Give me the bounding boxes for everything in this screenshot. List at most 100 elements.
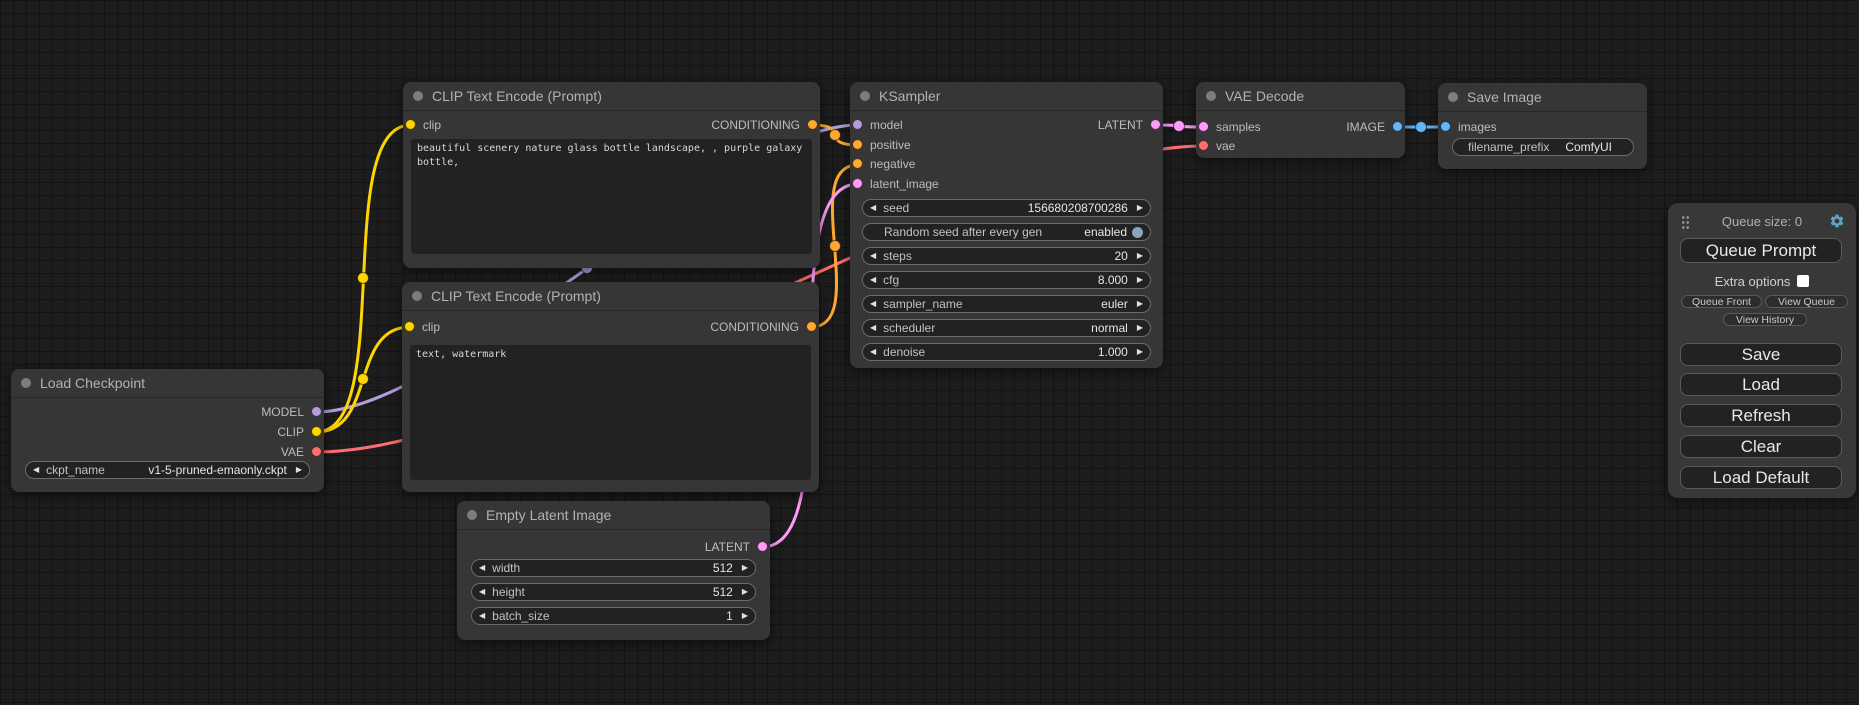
seed-widget[interactable]: ◀ seed 156680208700286 ▶ bbox=[862, 199, 1151, 217]
vae-output-slot[interactable] bbox=[311, 446, 322, 457]
positive-input-slot[interactable] bbox=[852, 139, 863, 150]
increment-arrow-icon[interactable]: ▶ bbox=[1137, 348, 1143, 356]
decrement-arrow-icon[interactable]: ◀ bbox=[479, 588, 485, 596]
node-header[interactable]: Empty Latent Image bbox=[457, 501, 770, 530]
decrement-arrow-icon[interactable]: ◀ bbox=[33, 466, 39, 474]
link-midpoint-dot bbox=[1416, 122, 1427, 133]
cfg-widget[interactable]: ◀ cfg 8.000 ▶ bbox=[862, 271, 1151, 289]
node-clip-text-encode-negative[interactable]: CLIP Text Encode (Prompt) clip CONDITION… bbox=[402, 282, 819, 492]
queue-front-button[interactable]: Queue Front bbox=[1681, 295, 1762, 308]
output-label-model: MODEL bbox=[261, 405, 304, 419]
queue-menu-panel[interactable]: Queue size: 0 Queue Prompt Extra options… bbox=[1668, 203, 1856, 498]
node-collapse-dot-icon[interactable] bbox=[1206, 91, 1216, 101]
node-collapse-dot-icon[interactable] bbox=[413, 91, 423, 101]
prompt-text-area[interactable]: beautiful scenery nature glass bottle la… bbox=[411, 139, 812, 254]
denoise-widget[interactable]: ◀ denoise 1.000 ▶ bbox=[862, 343, 1151, 361]
model-output-slot[interactable] bbox=[311, 406, 322, 417]
ckpt-name-widget[interactable]: ◀ ckpt_name v1-5-pruned-emaonly.ckpt ▶ bbox=[25, 461, 310, 479]
decrement-arrow-icon[interactable]: ◀ bbox=[870, 252, 876, 260]
increment-arrow-icon[interactable]: ▶ bbox=[1137, 204, 1143, 212]
batch-size-widget[interactable]: ◀ batch_size 1 ▶ bbox=[471, 607, 756, 625]
increment-arrow-icon[interactable]: ▶ bbox=[1137, 252, 1143, 260]
node-save-image[interactable]: Save Image images filename_prefix ComfyU… bbox=[1438, 83, 1647, 169]
width-widget[interactable]: ◀ width 512 ▶ bbox=[471, 559, 756, 577]
node-ksampler[interactable]: KSampler model positive negative latent_… bbox=[850, 82, 1163, 368]
conditioning-output-slot[interactable] bbox=[806, 321, 817, 332]
latent-output-slot[interactable] bbox=[1150, 119, 1161, 130]
node-collapse-dot-icon[interactable] bbox=[1448, 92, 1458, 102]
node-collapse-dot-icon[interactable] bbox=[412, 291, 422, 301]
sampler-name-widget[interactable]: ◀ sampler_name euler ▶ bbox=[862, 295, 1151, 313]
output-label-conditioning: CONDITIONING bbox=[711, 118, 800, 132]
node-vae-decode[interactable]: VAE Decode samples vae IMAGE bbox=[1196, 82, 1405, 158]
node-empty-latent-image[interactable]: Empty Latent Image LATENT ◀ width 512 ▶ … bbox=[457, 501, 770, 640]
node-header[interactable]: CLIP Text Encode (Prompt) bbox=[402, 282, 819, 311]
random-seed-toggle-widget[interactable]: Random seed after every gen enabled bbox=[862, 223, 1151, 241]
refresh-button[interactable]: Refresh bbox=[1680, 404, 1842, 427]
decrement-arrow-icon[interactable]: ◀ bbox=[870, 276, 876, 284]
increment-arrow-icon[interactable]: ▶ bbox=[742, 564, 748, 572]
widget-value: 8.000 bbox=[1098, 273, 1128, 287]
filename-prefix-widget[interactable]: filename_prefix ComfyUI bbox=[1452, 138, 1634, 156]
view-queue-button[interactable]: View Queue bbox=[1765, 295, 1848, 308]
view-history-button[interactable]: View History bbox=[1723, 313, 1807, 326]
increment-arrow-icon[interactable]: ▶ bbox=[742, 588, 748, 596]
load-button[interactable]: Load bbox=[1680, 373, 1842, 396]
widget-value: enabled bbox=[1084, 225, 1127, 239]
model-input-slot[interactable] bbox=[852, 119, 863, 130]
steps-widget[interactable]: ◀ steps 20 ▶ bbox=[862, 247, 1151, 265]
widget-value: 1.000 bbox=[1098, 345, 1128, 359]
node-title: Empty Latent Image bbox=[486, 507, 611, 523]
node-load-checkpoint[interactable]: Load Checkpoint MODEL CLIP VAE ◀ ckpt_na… bbox=[11, 369, 324, 492]
clip-output-slot[interactable] bbox=[311, 426, 322, 437]
clear-button[interactable]: Clear bbox=[1680, 435, 1842, 458]
input-label-model: model bbox=[870, 118, 903, 132]
output-label-clip: CLIP bbox=[277, 425, 304, 439]
images-input-slot[interactable] bbox=[1440, 121, 1451, 132]
increment-arrow-icon[interactable]: ▶ bbox=[1137, 300, 1143, 308]
samples-input-slot[interactable] bbox=[1198, 121, 1209, 132]
node-graph-canvas[interactable]: Load Checkpoint MODEL CLIP VAE ◀ ckpt_na… bbox=[0, 0, 1859, 705]
clip-input-slot[interactable] bbox=[405, 119, 416, 130]
decrement-arrow-icon[interactable]: ◀ bbox=[870, 204, 876, 212]
decrement-arrow-icon[interactable]: ◀ bbox=[479, 564, 485, 572]
node-collapse-dot-icon[interactable] bbox=[21, 378, 31, 388]
prompt-text-area[interactable]: text, watermark bbox=[410, 345, 811, 480]
node-collapse-dot-icon[interactable] bbox=[860, 91, 870, 101]
input-label-samples: samples bbox=[1216, 120, 1261, 134]
decrement-arrow-icon[interactable]: ◀ bbox=[479, 612, 485, 620]
load-default-button[interactable]: Load Default bbox=[1680, 466, 1842, 489]
extra-options-checkbox[interactable] bbox=[1797, 275, 1809, 287]
queue-prompt-button[interactable]: Queue Prompt bbox=[1680, 238, 1842, 263]
decrement-arrow-icon[interactable]: ◀ bbox=[870, 348, 876, 356]
widget-value: 1 bbox=[726, 609, 733, 623]
node-header[interactable]: Load Checkpoint bbox=[11, 369, 324, 398]
scheduler-widget[interactable]: ◀ scheduler normal ▶ bbox=[862, 319, 1151, 337]
node-header[interactable]: KSampler bbox=[850, 82, 1163, 111]
node-clip-text-encode-positive[interactable]: CLIP Text Encode (Prompt) clip CONDITION… bbox=[403, 82, 820, 268]
widget-label: filename_prefix bbox=[1468, 140, 1549, 154]
conditioning-output-slot[interactable] bbox=[807, 119, 818, 130]
decrement-arrow-icon[interactable]: ◀ bbox=[870, 300, 876, 308]
node-collapse-dot-icon[interactable] bbox=[467, 510, 477, 520]
image-output-slot[interactable] bbox=[1392, 121, 1403, 132]
negative-input-slot[interactable] bbox=[852, 158, 863, 169]
wire-clip-positive bbox=[316, 125, 411, 432]
widget-label: Random seed after every gen bbox=[884, 225, 1042, 239]
node-header[interactable]: VAE Decode bbox=[1196, 82, 1405, 111]
latent-image-input-slot[interactable] bbox=[852, 178, 863, 189]
increment-arrow-icon[interactable]: ▶ bbox=[1137, 324, 1143, 332]
increment-arrow-icon[interactable]: ▶ bbox=[1137, 276, 1143, 284]
clip-input-slot[interactable] bbox=[404, 321, 415, 332]
decrement-arrow-icon[interactable]: ◀ bbox=[870, 324, 876, 332]
increment-arrow-icon[interactable]: ▶ bbox=[296, 466, 302, 474]
latent-output-slot[interactable] bbox=[757, 541, 768, 552]
height-widget[interactable]: ◀ height 512 ▶ bbox=[471, 583, 756, 601]
save-button[interactable]: Save bbox=[1680, 343, 1842, 366]
node-header[interactable]: Save Image bbox=[1438, 83, 1647, 112]
increment-arrow-icon[interactable]: ▶ bbox=[742, 612, 748, 620]
node-header[interactable]: CLIP Text Encode (Prompt) bbox=[403, 82, 820, 111]
toggle-on-icon[interactable] bbox=[1132, 227, 1143, 238]
vae-input-slot[interactable] bbox=[1198, 140, 1209, 151]
settings-gear-icon[interactable] bbox=[1829, 213, 1845, 229]
